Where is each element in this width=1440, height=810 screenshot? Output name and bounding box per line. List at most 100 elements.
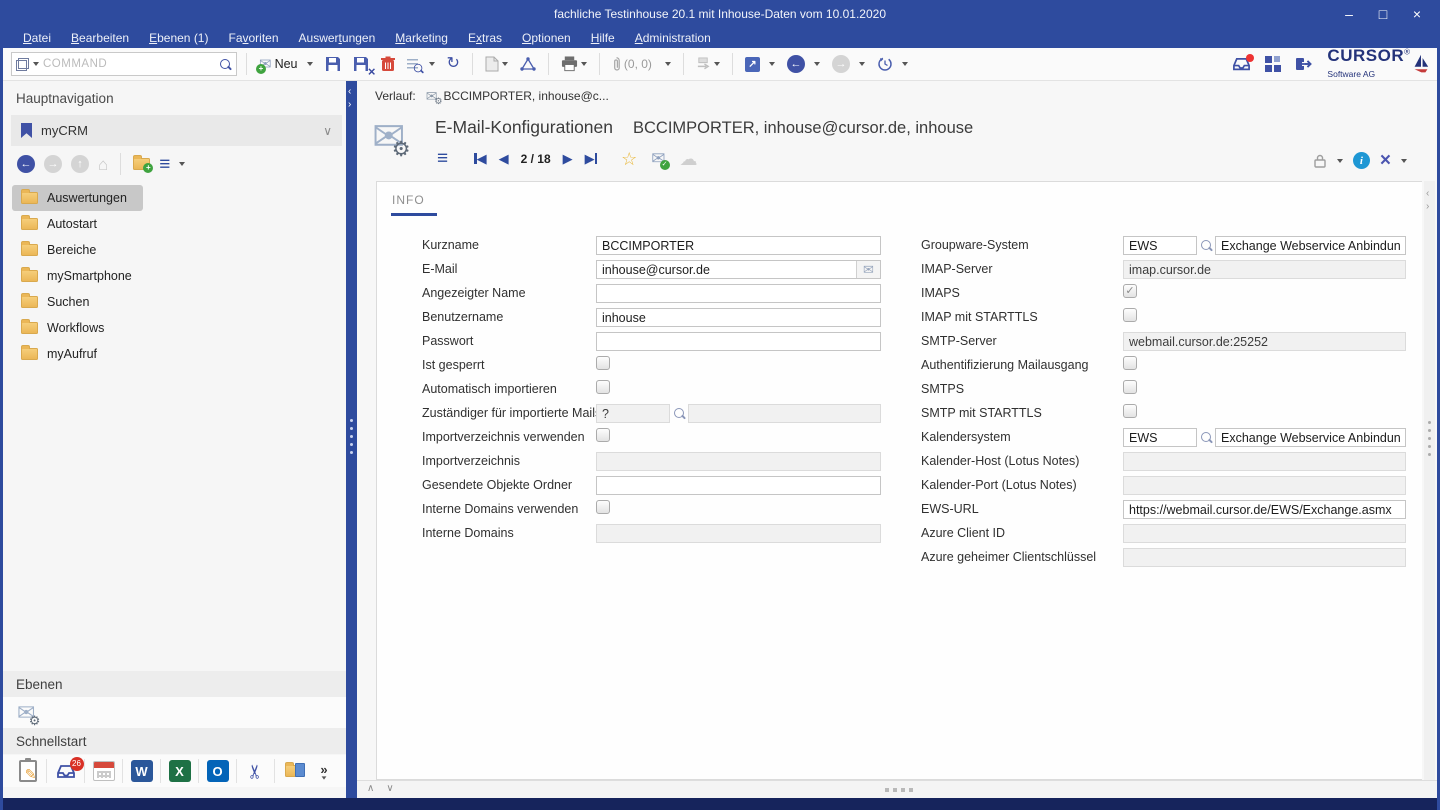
back-dropdown-caret[interactable] [814, 62, 820, 66]
sidebar-folder-mysmartphone[interactable]: mySmartphone [12, 263, 337, 289]
command-box[interactable] [11, 52, 237, 76]
external-dropdown-caret[interactable] [769, 62, 775, 66]
copy-dropdown-caret[interactable] [502, 62, 508, 66]
nav-back-button[interactable]: ← [17, 155, 35, 173]
checkbox-authentifizierung-mailausgang[interactable] [1123, 356, 1137, 370]
right-splitter-handle[interactable] [1428, 421, 1431, 456]
right-panel-splitter[interactable]: ‹ › [1424, 181, 1435, 780]
maximize-button[interactable]: □ [1368, 2, 1398, 26]
send-email-icon[interactable]: ✉ [856, 261, 880, 278]
command-input[interactable] [43, 58, 215, 70]
search-icon[interactable] [219, 58, 232, 71]
close-record-button[interactable]: × [1380, 151, 1391, 170]
schnellstart-header[interactable]: Schnellstart [3, 728, 346, 754]
checkbox-smtps[interactable] [1123, 380, 1137, 394]
menu-extras[interactable]: Extras [458, 29, 512, 47]
open-external-button[interactable]: ↗ [742, 55, 778, 74]
attachments-button[interactable]: (0, 0) [609, 54, 674, 74]
record-menu-button[interactable]: ≡ [437, 149, 448, 168]
menu-datei[interactable]: Datei [13, 29, 61, 47]
sidebar-folder-autostart[interactable]: Autostart [12, 211, 337, 237]
add-folder-button[interactable]: + [133, 158, 150, 170]
collapse-sidebar-icon[interactable]: ‹ [348, 87, 351, 97]
expand-right-panel-icon[interactable]: ‹ [1426, 189, 1429, 199]
checkbox-importverzeichnis-verwenden[interactable] [596, 428, 610, 442]
sidebar-folder-myaufruf[interactable]: myAufruf [12, 341, 337, 367]
quickstart-inbox-button[interactable]: 26 [47, 764, 84, 779]
command-dropdown-caret[interactable] [33, 62, 39, 66]
collapse-bottom-icon[interactable]: ∨ [386, 783, 393, 794]
bottom-splitter-handle[interactable] [885, 788, 913, 792]
menu-bearbeiten[interactable]: Bearbeiten [61, 29, 139, 47]
next-record-button[interactable]: ▶ [563, 152, 573, 165]
field-ews-url[interactable] [1123, 500, 1406, 519]
menu-auswertungen[interactable]: Auswertungen [289, 29, 386, 47]
inbox-button[interactable] [1232, 57, 1251, 71]
lock-dropdown-caret[interactable] [1337, 159, 1343, 163]
sidebar-folder-workflows[interactable]: Workflows [12, 315, 337, 341]
menu-hilfe[interactable]: Hilfe [581, 29, 625, 47]
print-dropdown-caret[interactable] [581, 62, 587, 66]
sidebar-folder-bereiche[interactable]: Bereiche [12, 237, 337, 263]
quickstart-word-button[interactable]: W [123, 760, 160, 782]
copy-record-button[interactable] [482, 54, 511, 74]
quickstart-outlook-button[interactable]: O [199, 760, 236, 782]
lookup-search-icon[interactable] [670, 407, 688, 420]
previous-record-button[interactable]: ◀ [499, 152, 509, 165]
menu-administration[interactable]: Administration [625, 29, 721, 47]
new-dropdown-caret[interactable] [307, 62, 313, 66]
sidebar-splitter[interactable]: ‹ › [346, 81, 357, 798]
checkbox-interne-domains-verwenden[interactable] [596, 500, 610, 514]
field-e-mail[interactable] [596, 260, 881, 279]
history-dropdown-caret[interactable] [902, 62, 908, 66]
field-passwort[interactable] [596, 332, 881, 351]
workspace-selector[interactable]: myCRM ∨ [11, 115, 342, 146]
favorite-star-icon[interactable]: ☆ [621, 150, 637, 168]
logout-button[interactable] [1295, 57, 1313, 71]
expand-bottom-icon[interactable]: ∧ [367, 783, 374, 794]
quickstart-more-button[interactable]: » [312, 763, 336, 780]
lookup-search-icon[interactable] [1197, 239, 1215, 252]
lookup-desc-groupware-system[interactable] [1215, 236, 1406, 255]
transfer-button[interactable] [693, 55, 723, 72]
mail-verified-icon[interactable]: ✉✓ [651, 150, 665, 167]
relations-button[interactable] [517, 55, 539, 73]
collapse-right-panel-icon[interactable]: › [1426, 202, 1429, 212]
ebenen-header[interactable]: Ebenen [3, 671, 346, 697]
minimize-button[interactable]: – [1334, 2, 1364, 26]
new-button[interactable]: ✉+ Neu [256, 55, 316, 74]
close-dropdown-caret[interactable] [1401, 159, 1407, 163]
sidebar-folder-suchen[interactable]: Suchen [12, 289, 337, 315]
lookup-desc-kalendersystem[interactable] [1215, 428, 1406, 447]
field-benutzername[interactable] [596, 308, 881, 327]
verlauf-tab[interactable]: ✉⚙ BCCIMPORTER, inhouse@c... [426, 89, 609, 103]
field-gesendete-objekte-ordner[interactable] [596, 476, 881, 495]
more-caret[interactable] [322, 776, 327, 779]
sidebar-folder-auswertungen[interactable]: Auswertungen [12, 185, 143, 211]
info-button[interactable]: i [1353, 152, 1370, 169]
transfer-dropdown-caret[interactable] [714, 62, 720, 66]
delete-button[interactable] [378, 54, 398, 74]
field-angezeigter-name[interactable] [596, 284, 881, 303]
save-close-button[interactable]: × [350, 54, 372, 74]
lookup-search-icon[interactable] [1197, 431, 1215, 444]
menu-ebenen-1[interactable]: Ebenen (1) [139, 29, 218, 47]
sidebar-menu-button[interactable]: ≡ [159, 155, 170, 174]
back-button[interactable]: ← [784, 53, 823, 75]
attachments-dropdown-caret[interactable] [665, 62, 671, 66]
checkbox-imap-mit-starttls[interactable] [1123, 308, 1137, 322]
quickstart-cut-button[interactable]: ✂ [237, 762, 274, 781]
menu-optionen[interactable]: Optionen [512, 29, 581, 47]
lookup-code-groupware-system[interactable] [1123, 236, 1197, 255]
save-button[interactable] [322, 54, 344, 74]
quickstart-copy-button[interactable] [275, 765, 312, 777]
history-button[interactable] [874, 54, 911, 74]
refresh-button[interactable]: ↻ [444, 54, 463, 74]
checkbox-automatisch-importieren[interactable] [596, 380, 610, 394]
forward-button[interactable]: → [829, 53, 868, 75]
lookup-code-kalendersystem[interactable] [1123, 428, 1197, 447]
last-record-button[interactable]: ▶ [585, 152, 598, 165]
lock-icon[interactable] [1313, 154, 1327, 168]
quickstart-excel-button[interactable]: X [161, 760, 198, 782]
expand-sidebar-icon[interactable]: › [348, 100, 351, 110]
